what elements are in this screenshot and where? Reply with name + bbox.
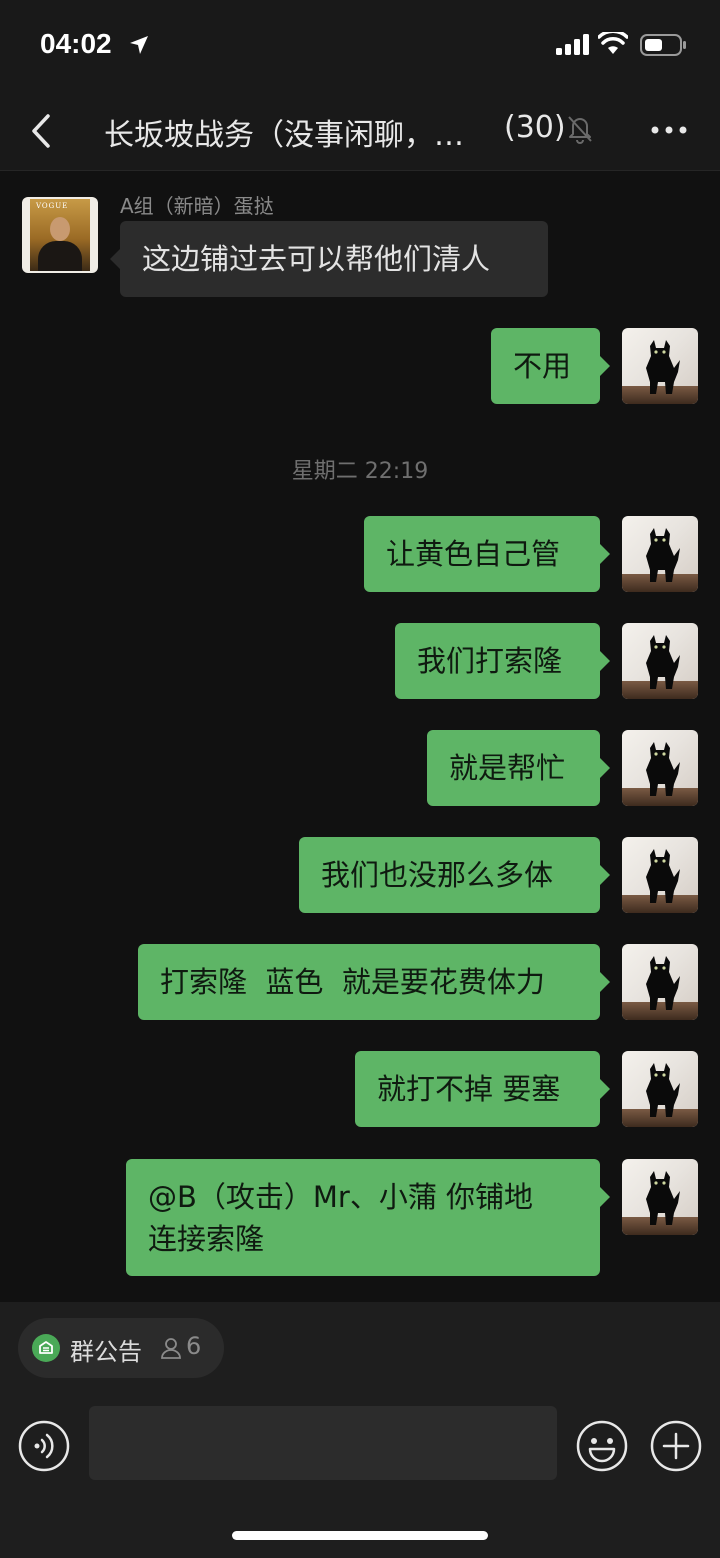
- avatar[interactable]: [622, 730, 698, 806]
- emoji-icon[interactable]: [576, 1420, 628, 1472]
- cat-icon: [646, 849, 680, 903]
- status-bar: 04:02: [0, 0, 720, 92]
- cat-icon: [646, 528, 680, 582]
- avatar[interactable]: [622, 328, 698, 404]
- plus-icon[interactable]: [650, 1420, 702, 1472]
- message-list[interactable]: VOGUE A组（新暗）蛋挞 这边铺过去可以帮他们清人 不用 星期二 22:19…: [0, 171, 720, 1302]
- announcement-count: 6: [186, 1332, 202, 1360]
- avatar[interactable]: VOGUE: [22, 197, 98, 273]
- cat-icon: [646, 956, 680, 1010]
- back-icon[interactable]: [26, 112, 56, 150]
- cat-icon: [646, 340, 680, 394]
- message-input[interactable]: [89, 1406, 557, 1480]
- group-announcement-chip[interactable]: 群公告 6: [18, 1318, 224, 1378]
- avatar[interactable]: [622, 1159, 698, 1235]
- timestamp: 星期二 22:19: [291, 459, 429, 484]
- sender-name: A组（新暗）蛋挞: [120, 194, 274, 218]
- message-bubble[interactable]: 打索隆 蓝色 就是要花费体力: [138, 944, 610, 1020]
- battery-icon: [640, 34, 686, 56]
- avatar[interactable]: [622, 623, 698, 699]
- chat-header: 长坂坡战务（没事闲聊，… (30): [0, 92, 720, 171]
- person-icon: [161, 1338, 181, 1359]
- message-bubble[interactable]: 这边铺过去可以帮他们清人: [110, 221, 548, 297]
- cellular-signal-icon: [556, 34, 589, 55]
- avatar[interactable]: [622, 1051, 698, 1127]
- message-bubble[interactable]: 不用: [491, 328, 610, 404]
- chat-title: 长坂坡战务（没事闲聊，…: [104, 118, 464, 153]
- location-arrow-icon: [130, 36, 148, 54]
- more-icon[interactable]: [650, 120, 690, 140]
- avatar[interactable]: [622, 516, 698, 592]
- input-bar: 群公告 6: [0, 1302, 720, 1558]
- status-time: 04:02: [40, 28, 112, 59]
- member-count: (30): [504, 110, 566, 145]
- announcement-icon: [32, 1334, 60, 1362]
- message-bubble[interactable]: 就是帮忙: [427, 730, 610, 806]
- cat-icon: [646, 742, 680, 796]
- avatar[interactable]: [622, 944, 698, 1020]
- message-line: 连接索隆: [148, 1221, 265, 1256]
- mute-bell-icon: [568, 116, 592, 144]
- message-bubble[interactable]: 就打不掉 要塞: [355, 1051, 610, 1127]
- home-indicator[interactable]: [232, 1531, 488, 1540]
- cat-icon: [646, 1063, 680, 1117]
- message-bubble[interactable]: 我们打索隆: [395, 623, 610, 699]
- voice-icon[interactable]: [18, 1420, 70, 1472]
- message-line: @B（攻击）Mr、小蒲 你铺地: [148, 1179, 534, 1214]
- message-bubble[interactable]: 让黄色自己管: [364, 516, 610, 592]
- message-bubble[interactable]: @B（攻击）Mr、小蒲 你铺地 连接索隆: [126, 1159, 610, 1276]
- message-bubble[interactable]: 我们也没那么多体: [299, 837, 610, 913]
- cat-icon: [646, 1171, 680, 1225]
- avatar[interactable]: [622, 837, 698, 913]
- wifi-icon: [598, 32, 628, 54]
- cat-icon: [646, 635, 680, 689]
- announcement-label: 群公告: [70, 1338, 142, 1366]
